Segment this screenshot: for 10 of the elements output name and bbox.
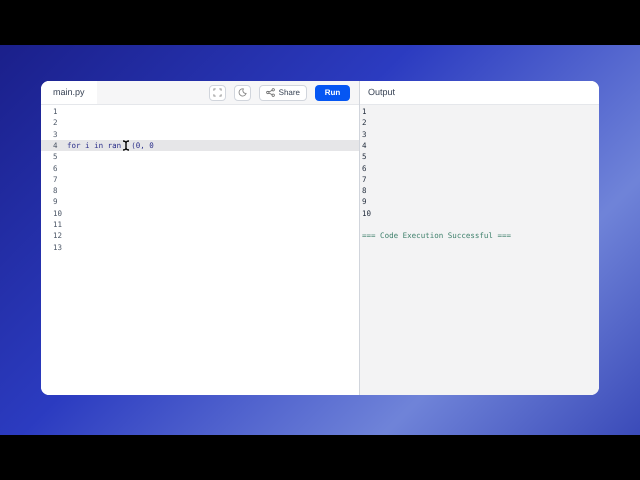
theme-button[interactable] — [234, 84, 251, 100]
text-cursor-icon — [121, 140, 132, 152]
share-icon — [266, 88, 275, 97]
run-button[interactable]: Run — [315, 84, 350, 100]
file-tab[interactable]: main.py — [41, 81, 97, 104]
moon-icon — [238, 88, 247, 97]
output-title: Output — [368, 86, 396, 99]
fullscreen-button[interactable] — [208, 84, 226, 100]
share-button[interactable]: Share — [258, 84, 307, 100]
fullscreen-icon — [212, 88, 222, 97]
